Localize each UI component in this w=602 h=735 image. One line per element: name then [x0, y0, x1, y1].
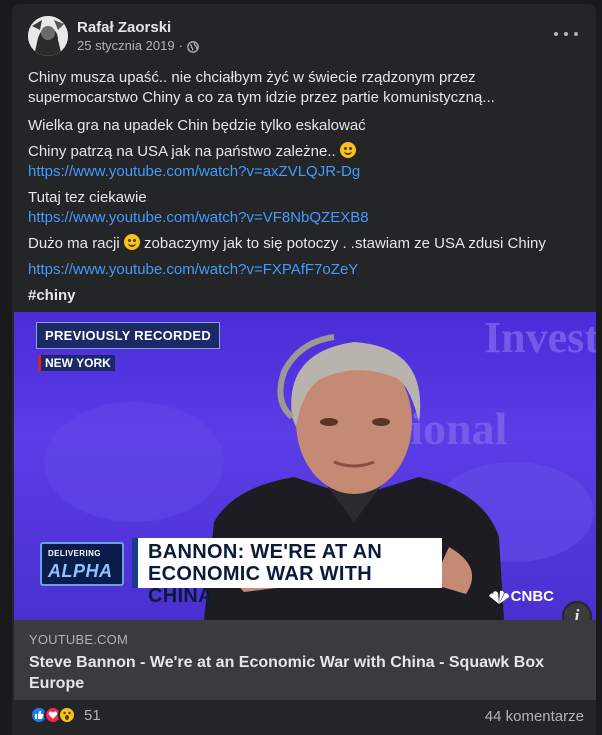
reaction-count[interactable]: 51 [84, 707, 101, 724]
headline-line-1: BANNON: WE'RE AT AN [148, 541, 383, 563]
youtube-link-1[interactable]: https://www.youtube.com/watch?v=axZVLQJR… [28, 163, 360, 180]
paragraph-3: Chiny patrzą na USA jak na państwo zależ… [28, 142, 584, 182]
paragraph-4: Tutaj tez ciekawie https://www.youtube.c… [28, 188, 584, 228]
post-card: Rafał Zaorski 25 stycznia 2019 · Chiny m… [12, 4, 596, 735]
paragraph-4-text: Tutaj tez ciekawie [28, 189, 147, 206]
paragraph-2: Wielka gra na upadek Chin będzie tylko e… [28, 117, 366, 134]
headline-text: BANNON: WE'RE AT AN ECONOMIC WAR WITH CH… [148, 541, 442, 607]
comments-count[interactable]: 44 komentarze [485, 708, 584, 725]
hashtag-chiny[interactable]: #chiny [28, 286, 584, 306]
delivering-alpha-logo: DELIVERING ALPHA [40, 542, 124, 586]
link-domain: YOUTUBE.COM [29, 632, 128, 647]
location-badge: NEW YORK [38, 355, 115, 371]
more-options-icon[interactable] [554, 24, 578, 44]
author-avatar[interactable] [28, 16, 68, 56]
smile-emoji-icon [123, 234, 140, 250]
cnbc-logo: CNBC [487, 588, 554, 605]
author-name[interactable]: Rafał Zaorski [77, 18, 199, 37]
reactions-summary[interactable]: 51 [30, 706, 101, 724]
paragraph-5: Dużo ma racji zobaczymy jak to się potoc… [28, 234, 584, 254]
wow-reaction-icon [58, 706, 76, 724]
post-date[interactable]: 25 stycznia 2019 [77, 37, 175, 54]
delivering-text: DELIVERING [48, 549, 101, 558]
alpha-text: ALPHA [48, 561, 113, 581]
youtube-link-3[interactable]: https://www.youtube.com/watch?v=FXPAfF7o… [28, 261, 358, 278]
paragraph-6: https://www.youtube.com/watch?v=FXPAfF7o… [28, 260, 584, 280]
lower-third-banner: DELIVERING ALPHA BANNON: WE'RE AT AN ECO… [36, 538, 556, 607]
post-footer: 51 44 komentarze [28, 704, 584, 732]
video-thumbnail[interactable]: Invest nc tutional PREVIOUSLY RECORDED N… [14, 312, 596, 620]
headline-box: BANNON: WE'RE AT AN ECONOMIC WAR WITH CH… [132, 538, 442, 607]
paragraph-1: Chiny musza upaść.. nie chciałbym żyć w … [28, 69, 495, 106]
paragraph-5-text-b: zobaczymy jak to się potoczy . .stawiam … [144, 235, 546, 252]
globe-icon[interactable] [187, 40, 199, 53]
link-preview[interactable]: YOUTUBE.COM Steve Bannon - We're at an E… [14, 620, 596, 700]
post-header: Rafał Zaorski 25 stycznia 2019 · [28, 16, 199, 56]
cnbc-text: CNBC [510, 588, 554, 605]
paragraph-3-text: Chiny patrzą na USA jak na państwo zależ… [28, 143, 336, 160]
paragraph-5-text-a: Dużo ma racji [28, 235, 120, 252]
post-meta: 25 stycznia 2019 · [77, 37, 199, 54]
peacock-icon [488, 590, 509, 604]
headline-line-2: ECONOMIC WAR WITH CHINA [148, 563, 372, 607]
link-title[interactable]: Steve Bannon - We're at an Economic War … [29, 652, 569, 694]
meta-separator: · [178, 38, 183, 53]
youtube-link-2[interactable]: https://www.youtube.com/watch?v=VF8NbQZE… [28, 209, 369, 226]
smirk-emoji-icon [339, 142, 356, 158]
previously-recorded-badge: PREVIOUSLY RECORDED [36, 322, 221, 349]
